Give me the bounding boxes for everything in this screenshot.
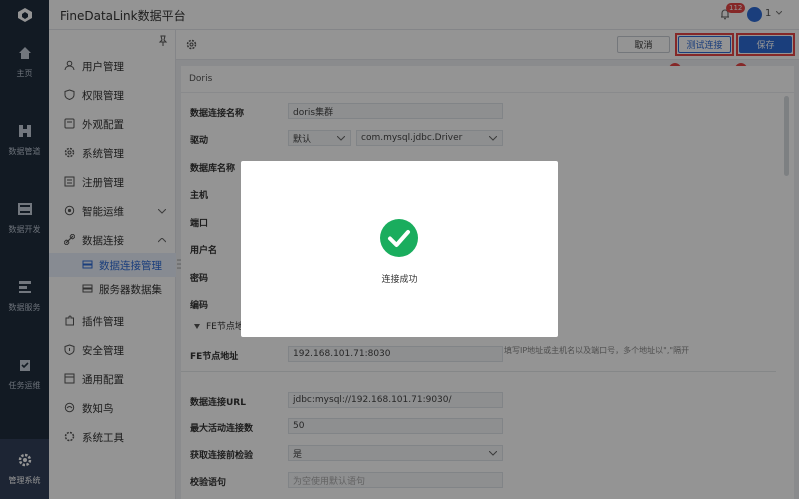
success-check-icon	[380, 219, 418, 257]
success-message: 连接成功	[381, 275, 418, 285]
success-dialog: 连接成功	[241, 161, 558, 337]
